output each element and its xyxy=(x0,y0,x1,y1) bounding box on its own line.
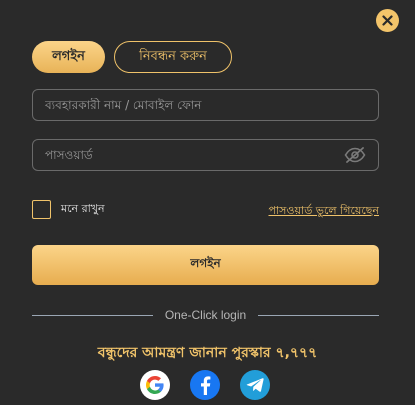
password-field[interactable] xyxy=(32,139,379,171)
username-field[interactable] xyxy=(32,89,379,121)
login-button[interactable]: লগইন xyxy=(32,245,379,285)
forgot-password-link[interactable]: পাসওয়ার্ড ভুলে গিয়েছেন xyxy=(269,202,380,221)
one-click-divider: One-Click login xyxy=(32,308,379,322)
remember-checkbox[interactable] xyxy=(32,200,51,219)
remember-me[interactable]: মনে রাখুন xyxy=(32,200,105,219)
social-login-row xyxy=(140,370,270,400)
tab-register[interactable]: নিবন্ধন করুন xyxy=(114,41,232,73)
facebook-icon xyxy=(201,376,211,395)
tab-login[interactable]: লগইন xyxy=(32,41,105,73)
password-input[interactable] xyxy=(45,148,344,162)
eye-off-icon[interactable] xyxy=(344,146,366,164)
telegram-icon xyxy=(246,378,264,392)
divider-line-left xyxy=(32,314,153,316)
close-button[interactable] xyxy=(376,9,399,32)
google-icon xyxy=(146,376,164,394)
divider-line-right xyxy=(258,314,379,316)
divider-label: One-Click login xyxy=(164,308,247,322)
telegram-login-button[interactable] xyxy=(240,370,270,400)
close-icon xyxy=(382,15,393,26)
facebook-login-button[interactable] xyxy=(190,370,220,400)
google-login-button[interactable] xyxy=(140,370,170,400)
remember-label: মনে রাখুন xyxy=(61,202,105,215)
referral-banner[interactable]: বন্ধুদের আমন্ত্রণ জানান পুরস্কার ৭,৭৭৭ xyxy=(0,341,415,365)
username-input[interactable] xyxy=(45,98,366,112)
auth-tabs: লগইন নিবন্ধন করুন xyxy=(32,41,232,73)
